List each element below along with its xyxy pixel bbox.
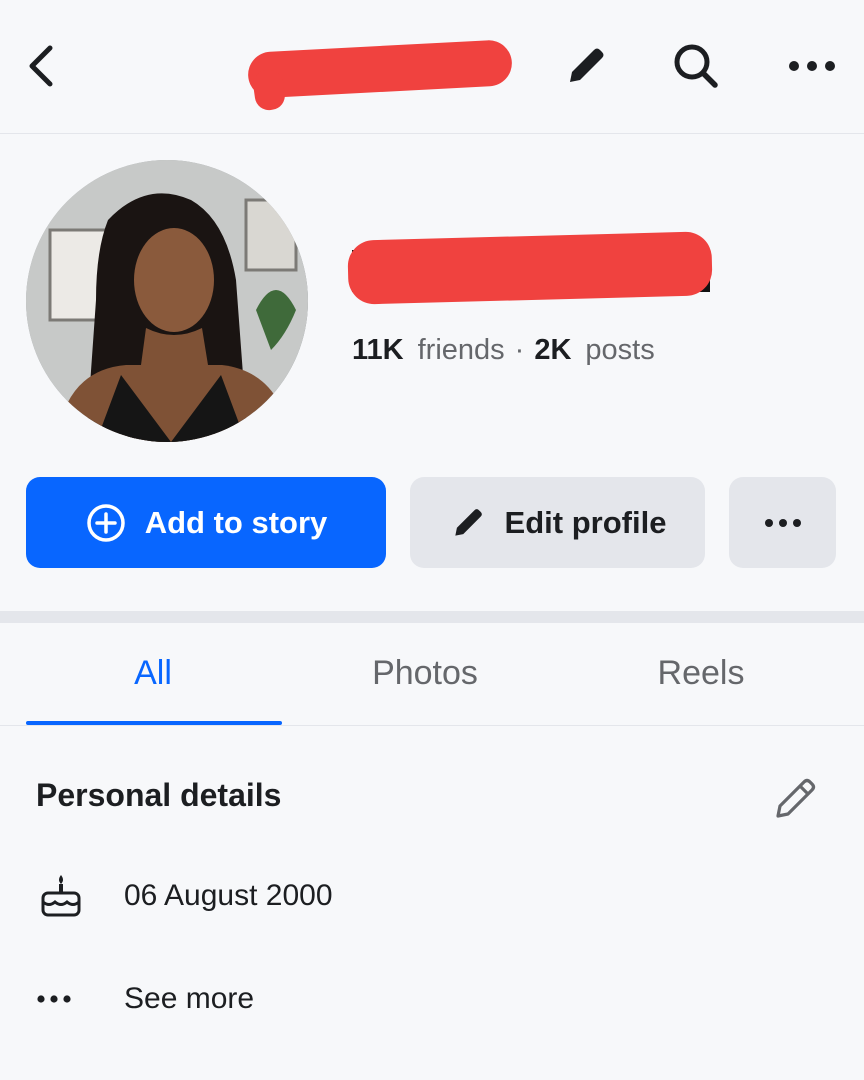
edit-profile-label: Edit profile — [504, 504, 667, 540]
profile-stats: 11K friends · 2K posts — [352, 334, 655, 374]
stats-separator: · — [514, 334, 525, 366]
profile-name — [347, 231, 713, 305]
add-to-story-button[interactable]: Add to story — [26, 477, 386, 568]
tabs-divider — [0, 725, 864, 726]
birthday-value: 06 August 2000 — [124, 879, 333, 912]
more-options-button[interactable] — [780, 34, 844, 98]
chevron-left-icon — [29, 45, 53, 87]
more-horizontal-icon — [789, 61, 835, 71]
add-to-story-label: Add to story — [144, 504, 328, 540]
birthday-row: 06 August 2000 — [36, 866, 333, 926]
see-more-label: See more — [124, 982, 255, 1015]
posts-count: 2K — [534, 334, 572, 366]
posts-label[interactable]: posts — [585, 334, 654, 367]
section-divider — [0, 611, 864, 623]
edit-profile-button[interactable]: Edit profile — [410, 477, 705, 568]
tab-photos[interactable]: Photos — [298, 640, 552, 726]
more-horizontal-icon — [37, 995, 71, 1003]
edit-personal-details-button[interactable] — [762, 766, 828, 832]
personal-details-title: Personal details — [36, 777, 282, 813]
pencil-icon — [570, 48, 604, 82]
see-more-row[interactable]: See more — [36, 969, 254, 1029]
plus-circle-icon — [86, 503, 125, 542]
avatar-image — [26, 160, 308, 442]
more-horizontal-icon — [764, 518, 801, 527]
search-button[interactable] — [664, 34, 728, 98]
back-button[interactable] — [10, 34, 74, 98]
friends-count: 11K — [352, 334, 404, 366]
edit-button[interactable] — [554, 34, 618, 98]
more-actions-button[interactable] — [729, 477, 836, 568]
redacted-profile-name — [246, 39, 514, 99]
top-app-bar — [0, 0, 864, 134]
friends-label[interactable]: friends — [418, 334, 505, 367]
pencil-icon — [454, 508, 482, 536]
search-icon — [674, 44, 718, 88]
pencil-outline-icon — [776, 778, 816, 818]
profile-avatar[interactable] — [26, 160, 308, 442]
tab-reels[interactable]: Reels — [574, 640, 828, 726]
redacted-profile-name-large — [347, 231, 713, 305]
birthday-cake-icon — [41, 875, 81, 917]
tab-all[interactable]: All — [26, 640, 280, 726]
